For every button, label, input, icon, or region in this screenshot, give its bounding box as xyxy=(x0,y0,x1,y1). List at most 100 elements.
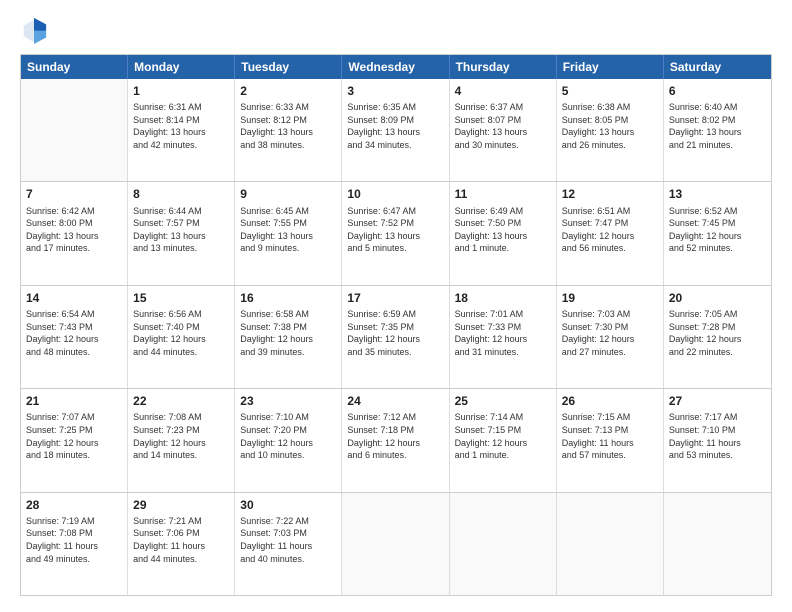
day-number: 20 xyxy=(669,290,766,306)
cell-info: Sunrise: 7:07 AMSunset: 7:25 PMDaylight:… xyxy=(26,411,122,461)
cell-info: Sunrise: 6:44 AMSunset: 7:57 PMDaylight:… xyxy=(133,205,229,255)
calendar-cell: 1Sunrise: 6:31 AMSunset: 8:14 PMDaylight… xyxy=(128,79,235,181)
day-number: 8 xyxy=(133,186,229,202)
calendar-cell: 12Sunrise: 6:51 AMSunset: 7:47 PMDayligh… xyxy=(557,182,664,284)
cell-info: Sunrise: 6:38 AMSunset: 8:05 PMDaylight:… xyxy=(562,101,658,151)
weekday-header: Thursday xyxy=(450,55,557,79)
calendar-cell: 29 Sunrise: 7:21 AMSunset: 7:06 PMDayligh… xyxy=(128,493,235,595)
calendar-cell: 25 Sunrise: 7:14 AMSunset: 7:15 PMDayligh… xyxy=(450,389,557,491)
calendar-cell xyxy=(450,493,557,595)
day-number: 18 xyxy=(455,290,551,306)
weekday-header: Friday xyxy=(557,55,664,79)
day-number: 16 xyxy=(240,290,336,306)
day-number: 24 xyxy=(347,393,443,409)
day-number: 28 xyxy=(26,497,122,513)
day-number: 17 xyxy=(347,290,443,306)
day-number: 27 xyxy=(669,393,766,409)
day-number: 7 xyxy=(26,186,122,202)
cell-info: Sunrise: 6:37 AMSunset: 8:07 PMDaylight:… xyxy=(455,101,551,151)
cell-info: Sunrise: 6:58 AMSunset: 7:38 PMDaylight:… xyxy=(240,308,336,358)
cell-info: Sunrise: 6:35 AMSunset: 8:09 PMDaylight:… xyxy=(347,101,443,151)
day-number: 19 xyxy=(562,290,658,306)
calendar-cell: 18 Sunrise: 7:01 AMSunset: 7:33 PMDayligh… xyxy=(450,286,557,388)
calendar-row: 14Sunrise: 6:54 AMSunset: 7:43 PMDayligh… xyxy=(21,286,771,389)
cell-info: Sunrise: 6:33 AMSunset: 8:12 PMDaylight:… xyxy=(240,101,336,151)
cell-info: Sunrise: 7:17 AMSunset: 7:10 PMDaylight:… xyxy=(669,411,766,461)
calendar-cell: 14Sunrise: 6:54 AMSunset: 7:43 PMDayligh… xyxy=(21,286,128,388)
cell-info: Sunrise: 7:10 AMSunset: 7:20 PMDaylight:… xyxy=(240,411,336,461)
day-number: 15 xyxy=(133,290,229,306)
calendar-cell: 30Sunrise: 7:22 AMSunset: 7:03 PMDayligh… xyxy=(235,493,342,595)
cell-info: Sunrise: 6:31 AMSunset: 8:14 PMDaylight:… xyxy=(133,101,229,151)
page-header xyxy=(20,16,772,44)
cell-info: Sunrise: 6:47 AMSunset: 7:52 PMDaylight:… xyxy=(347,205,443,255)
cell-info: Sunrise: 7:19 AMSunset: 7:08 PMDaylight:… xyxy=(26,515,122,565)
calendar-row: 1Sunrise: 6:31 AMSunset: 8:14 PMDaylight… xyxy=(21,79,771,182)
day-number: 13 xyxy=(669,186,766,202)
day-number: 29 xyxy=(133,497,229,513)
day-number: 22 xyxy=(133,393,229,409)
cell-info: Sunrise: 7:14 AMSunset: 7:15 PMDaylight:… xyxy=(455,411,551,461)
day-number: 10 xyxy=(347,186,443,202)
cell-info: Sunrise: 6:52 AMSunset: 7:45 PMDaylight:… xyxy=(669,205,766,255)
calendar-cell: 5 Sunrise: 6:38 AMSunset: 8:05 PMDaylight… xyxy=(557,79,664,181)
calendar-cell: 28 Sunrise: 7:19 AMSunset: 7:08 PMDayligh… xyxy=(21,493,128,595)
day-number: 21 xyxy=(26,393,122,409)
day-number: 23 xyxy=(240,393,336,409)
calendar-cell xyxy=(664,493,771,595)
cell-info: Sunrise: 7:01 AMSunset: 7:33 PMDaylight:… xyxy=(455,308,551,358)
calendar-cell: 26 Sunrise: 7:15 AMSunset: 7:13 PMDayligh… xyxy=(557,389,664,491)
cell-info: Sunrise: 6:42 AMSunset: 8:00 PMDaylight:… xyxy=(26,205,122,255)
calendar: SundayMondayTuesdayWednesdayThursdayFrid… xyxy=(20,54,772,596)
calendar-cell: 23 Sunrise: 7:10 AMSunset: 7:20 PMDayligh… xyxy=(235,389,342,491)
cell-info: Sunrise: 7:22 AMSunset: 7:03 PMDaylight:… xyxy=(240,515,336,565)
day-number: 25 xyxy=(455,393,551,409)
calendar-cell: 3 Sunrise: 6:35 AMSunset: 8:09 PMDaylight… xyxy=(342,79,449,181)
day-number: 6 xyxy=(669,83,766,99)
calendar-body: 1Sunrise: 6:31 AMSunset: 8:14 PMDaylight… xyxy=(21,79,771,595)
weekday-header: Tuesday xyxy=(235,55,342,79)
calendar-cell: 13 Sunrise: 6:52 AMSunset: 7:45 PMDayligh… xyxy=(664,182,771,284)
day-number: 14 xyxy=(26,290,122,306)
cell-info: Sunrise: 7:21 AMSunset: 7:06 PMDaylight:… xyxy=(133,515,229,565)
calendar-cell: 20 Sunrise: 7:05 AMSunset: 7:28 PMDayligh… xyxy=(664,286,771,388)
calendar-row: 7 Sunrise: 6:42 AMSunset: 8:00 PMDaylight… xyxy=(21,182,771,285)
calendar-cell: 9 Sunrise: 6:45 AMSunset: 7:55 PMDaylight… xyxy=(235,182,342,284)
cell-info: Sunrise: 6:56 AMSunset: 7:40 PMDaylight:… xyxy=(133,308,229,358)
calendar-cell: 21 Sunrise: 7:07 AMSunset: 7:25 PMDayligh… xyxy=(21,389,128,491)
calendar-cell: 4 Sunrise: 6:37 AMSunset: 8:07 PMDaylight… xyxy=(450,79,557,181)
calendar-row: 21 Sunrise: 7:07 AMSunset: 7:25 PMDayligh… xyxy=(21,389,771,492)
day-number: 26 xyxy=(562,393,658,409)
calendar-header: SundayMondayTuesdayWednesdayThursdayFrid… xyxy=(21,55,771,79)
weekday-header: Sunday xyxy=(21,55,128,79)
calendar-cell: 24 Sunrise: 7:12 AMSunset: 7:18 PMDayligh… xyxy=(342,389,449,491)
calendar-cell: 6 Sunrise: 6:40 AMSunset: 8:02 PMDaylight… xyxy=(664,79,771,181)
weekday-header: Wednesday xyxy=(342,55,449,79)
logo-icon xyxy=(20,16,48,44)
day-number: 4 xyxy=(455,83,551,99)
cell-info: Sunrise: 7:05 AMSunset: 7:28 PMDaylight:… xyxy=(669,308,766,358)
calendar-cell: 7 Sunrise: 6:42 AMSunset: 8:00 PMDaylight… xyxy=(21,182,128,284)
cell-info: Sunrise: 6:40 AMSunset: 8:02 PMDaylight:… xyxy=(669,101,766,151)
day-number: 5 xyxy=(562,83,658,99)
calendar-cell xyxy=(342,493,449,595)
calendar-cell: 19Sunrise: 7:03 AMSunset: 7:30 PMDayligh… xyxy=(557,286,664,388)
cell-info: Sunrise: 6:49 AMSunset: 7:50 PMDaylight:… xyxy=(455,205,551,255)
calendar-cell xyxy=(557,493,664,595)
day-number: 11 xyxy=(455,186,551,202)
day-number: 9 xyxy=(240,186,336,202)
calendar-cell: 10 Sunrise: 6:47 AMSunset: 7:52 PMDayligh… xyxy=(342,182,449,284)
cell-info: Sunrise: 7:08 AMSunset: 7:23 PMDaylight:… xyxy=(133,411,229,461)
calendar-cell: 8 Sunrise: 6:44 AMSunset: 7:57 PMDaylight… xyxy=(128,182,235,284)
weekday-header: Saturday xyxy=(664,55,771,79)
calendar-cell: 17Sunrise: 6:59 AMSunset: 7:35 PMDayligh… xyxy=(342,286,449,388)
calendar-row: 28 Sunrise: 7:19 AMSunset: 7:08 PMDayligh… xyxy=(21,493,771,595)
day-number: 3 xyxy=(347,83,443,99)
cell-info: Sunrise: 6:45 AMSunset: 7:55 PMDaylight:… xyxy=(240,205,336,255)
calendar-page: SundayMondayTuesdayWednesdayThursdayFrid… xyxy=(0,0,792,612)
cell-info: Sunrise: 6:51 AMSunset: 7:47 PMDaylight:… xyxy=(562,205,658,255)
cell-info: Sunrise: 7:15 AMSunset: 7:13 PMDaylight:… xyxy=(562,411,658,461)
weekday-header: Monday xyxy=(128,55,235,79)
day-number: 2 xyxy=(240,83,336,99)
cell-info: Sunrise: 7:12 AMSunset: 7:18 PMDaylight:… xyxy=(347,411,443,461)
